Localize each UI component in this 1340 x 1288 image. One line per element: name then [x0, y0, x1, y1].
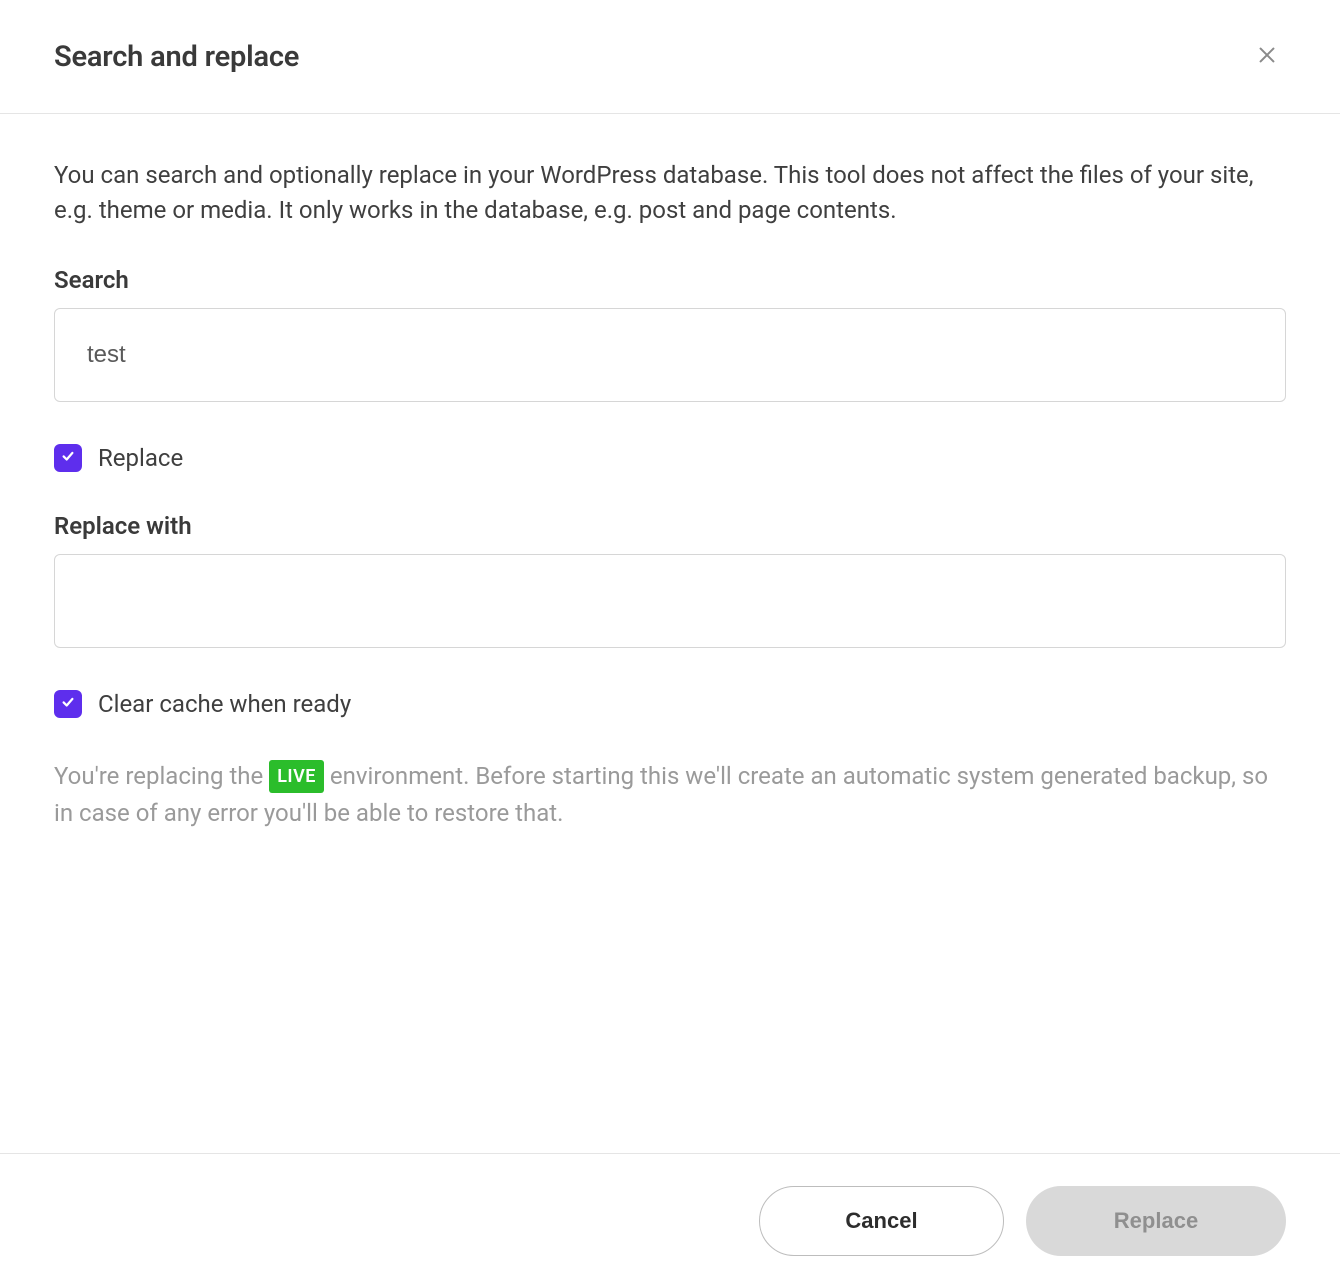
clear-cache-checkbox-row: Clear cache when ready [54, 690, 1286, 718]
search-field-group: Search [54, 266, 1286, 402]
modal-title: Search and replace [54, 40, 299, 74]
modal-footer: Cancel Replace [0, 1153, 1340, 1288]
search-input[interactable] [54, 308, 1286, 402]
clear-cache-label: Clear cache when ready [98, 690, 351, 718]
replace-with-input[interactable] [54, 554, 1286, 648]
cancel-button[interactable]: Cancel [759, 1186, 1004, 1256]
modal-body: You can search and optionally replace in… [0, 114, 1340, 1153]
note-prefix: You're replacing the [54, 762, 269, 790]
replace-checkbox[interactable] [54, 444, 82, 472]
close-icon [1256, 44, 1278, 69]
description-text: You can search and optionally replace in… [54, 158, 1286, 228]
replace-with-field-group: Replace with [54, 512, 1286, 648]
replace-checkbox-label: Replace [98, 444, 183, 472]
clear-cache-checkbox[interactable] [54, 690, 82, 718]
replace-with-label: Replace with [54, 512, 1286, 540]
live-badge: LIVE [269, 760, 324, 793]
check-icon [61, 694, 75, 713]
check-icon [61, 448, 75, 467]
close-button[interactable] [1248, 36, 1286, 77]
environment-note: You're replacing the LIVE environment. B… [54, 758, 1286, 831]
modal-header: Search and replace [0, 0, 1340, 114]
search-label: Search [54, 266, 1286, 294]
replace-checkbox-row: Replace [54, 444, 1286, 472]
search-replace-modal: Search and replace You can search and op… [0, 0, 1340, 1288]
replace-button[interactable]: Replace [1026, 1186, 1286, 1256]
